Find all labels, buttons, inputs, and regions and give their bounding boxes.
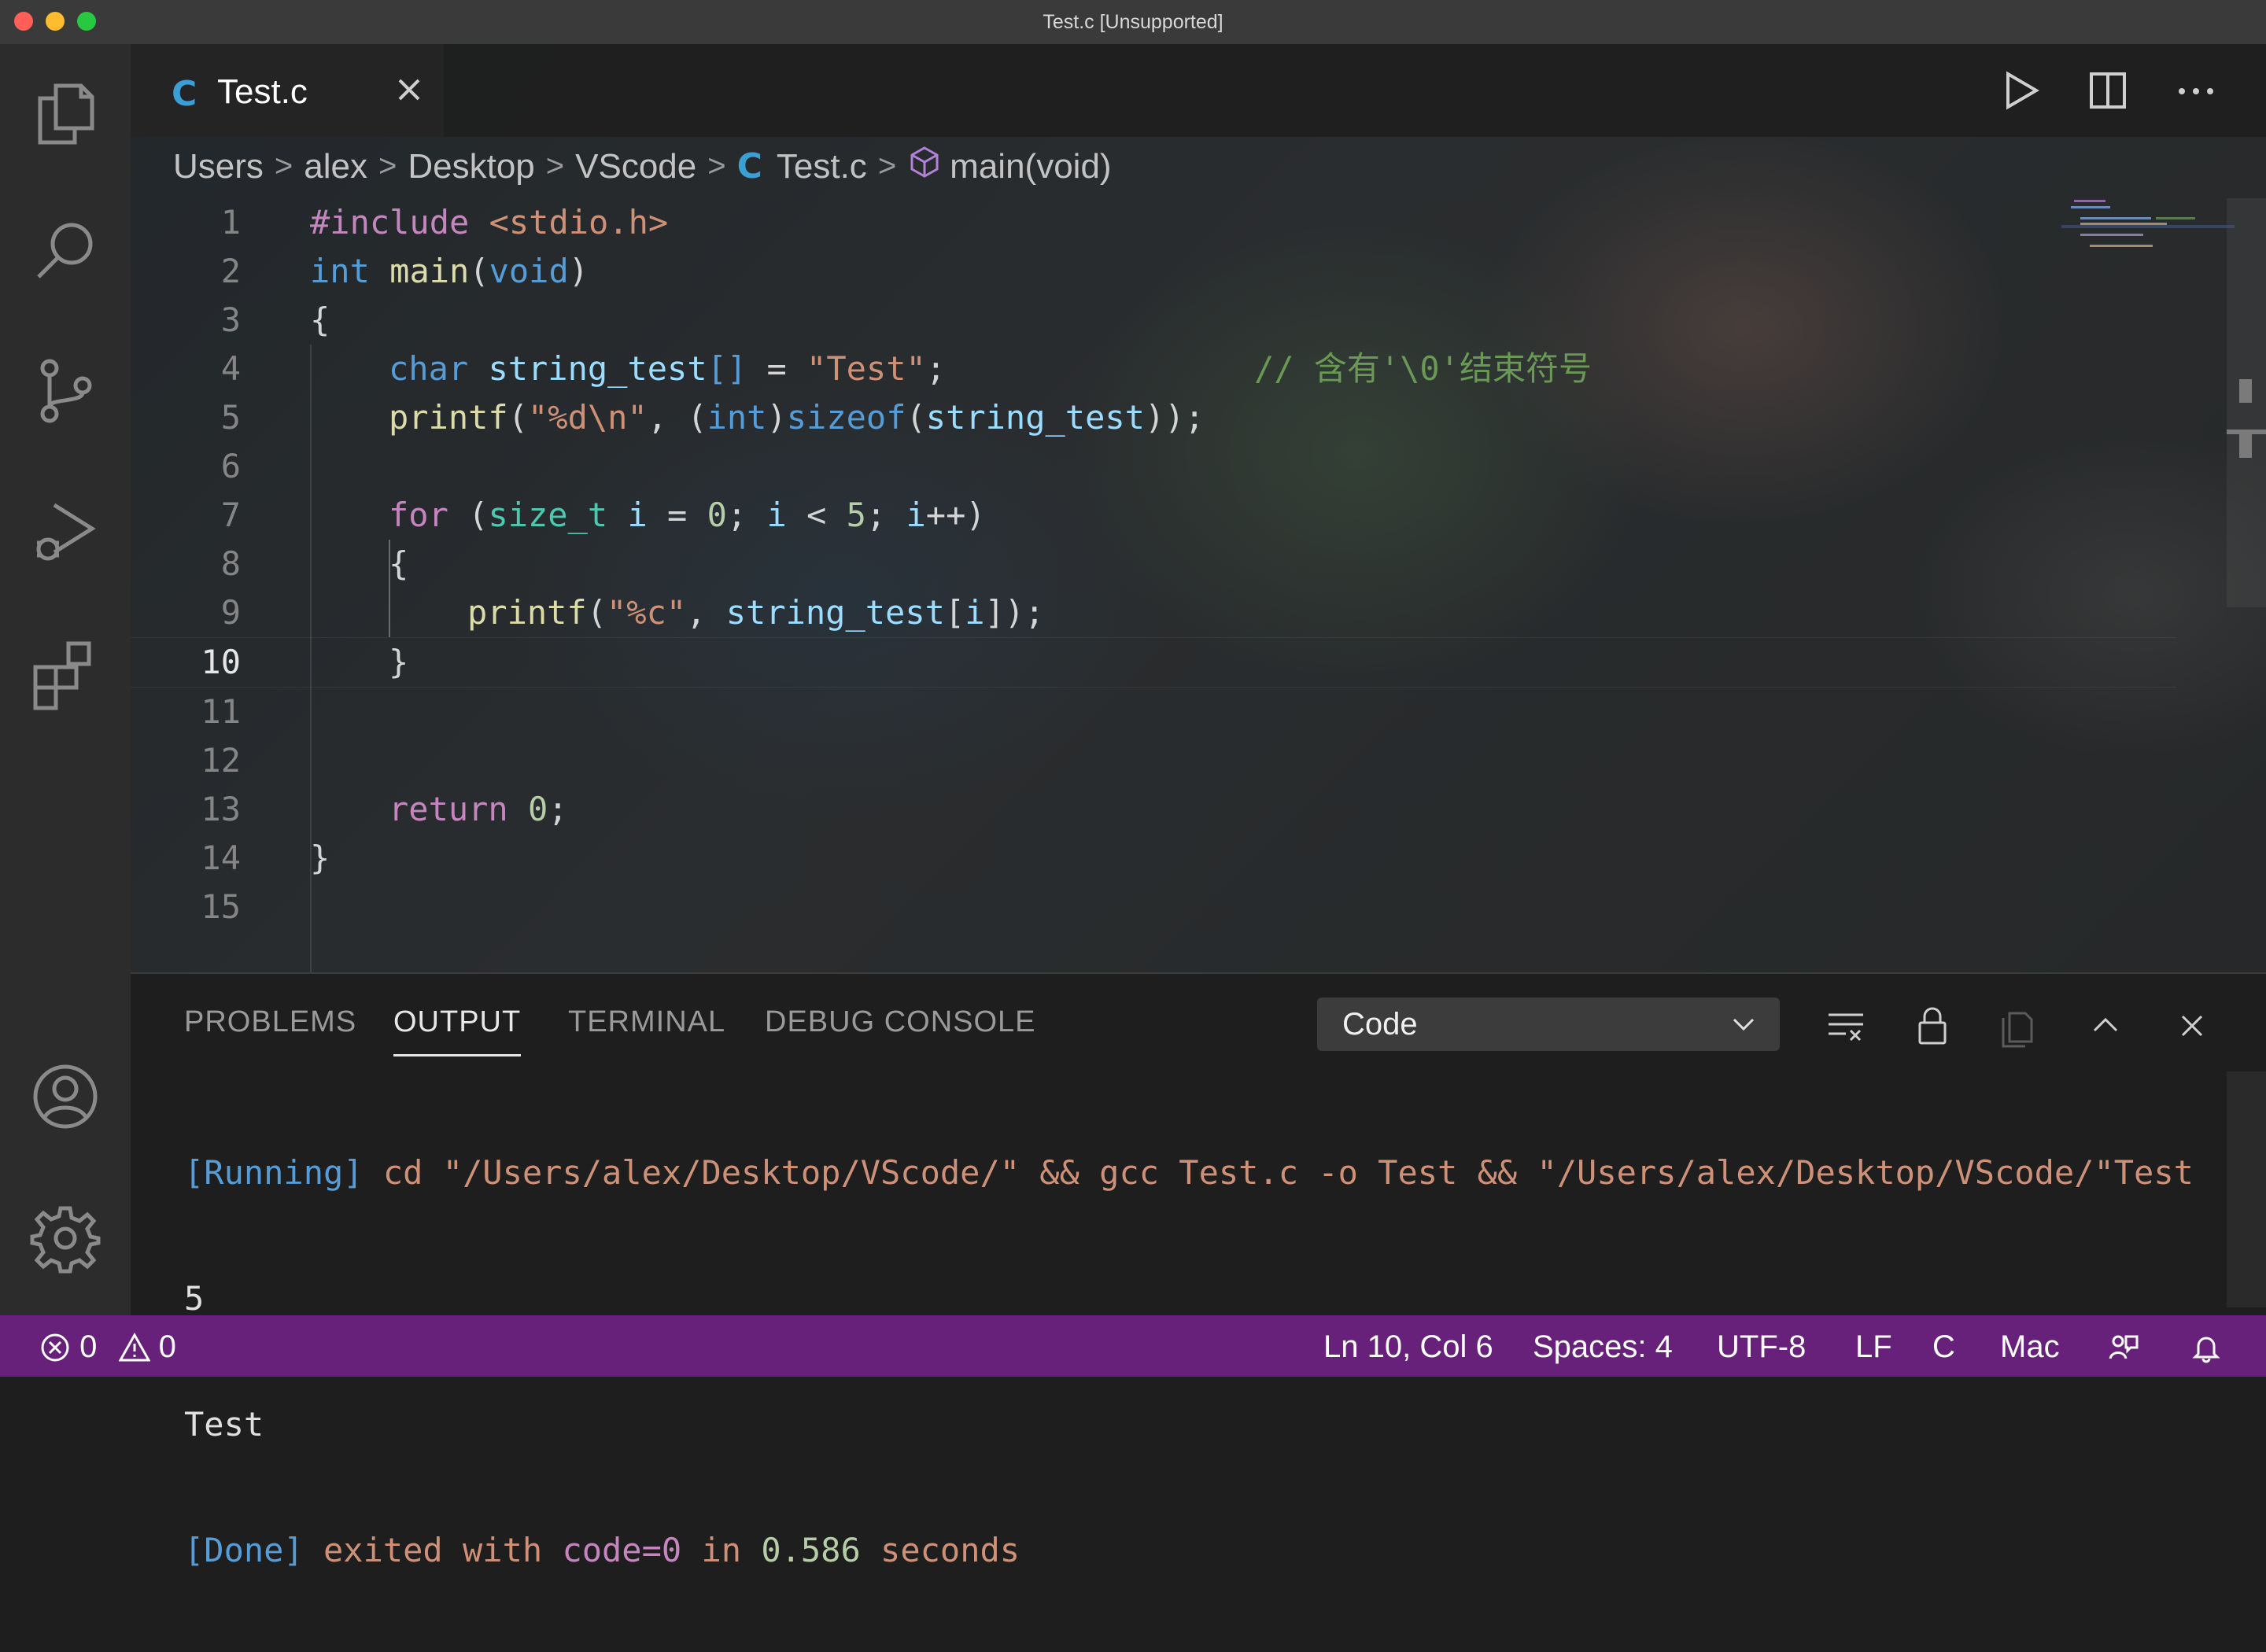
- line-number: 5: [220, 398, 241, 437]
- eol-setting[interactable]: LF: [1855, 1329, 1892, 1365]
- code-line: 6: [131, 442, 2176, 491]
- split-editor-icon[interactable]: [2080, 63, 2135, 118]
- chevron-down-icon: [1733, 1018, 1755, 1031]
- chevron-right-icon: >: [877, 149, 897, 183]
- breadcrumb-symbol[interactable]: main(void): [950, 147, 1111, 186]
- language-mode[interactable]: C: [1932, 1329, 1955, 1365]
- extensions-icon[interactable]: [26, 632, 105, 711]
- chevron-right-icon: >: [378, 149, 397, 183]
- line-number: 8: [220, 544, 241, 583]
- indentation-setting[interactable]: Spaces: 4: [1533, 1329, 1673, 1365]
- warning-count: 0: [158, 1329, 176, 1364]
- code-line: 1 #include <stdio.h>: [131, 198, 2176, 247]
- clear-output-icon[interactable]: [1822, 1002, 1869, 1049]
- line-number: 6: [220, 447, 241, 485]
- settings-gear-icon[interactable]: [26, 1199, 105, 1278]
- problems-status[interactable]: 0 0: [39, 1329, 176, 1365]
- source-control-icon[interactable]: [26, 351, 105, 430]
- line-number: 2: [220, 252, 241, 290]
- minimap[interactable]: [2061, 198, 2235, 261]
- error-count: 0: [79, 1329, 98, 1364]
- line-number: 14: [201, 839, 241, 877]
- line-number: 9: [220, 593, 241, 632]
- files-icon[interactable]: [26, 72, 105, 150]
- close-tab-icon[interactable]: [387, 68, 431, 112]
- line-number: 7: [220, 496, 241, 534]
- maximize-panel-icon[interactable]: [2082, 1002, 2129, 1049]
- activity-bar: [0, 44, 131, 1315]
- output-channel-value: Code: [1342, 1007, 1418, 1042]
- configuration-selector[interactable]: Mac: [2000, 1329, 2060, 1365]
- tab-label: Test.c: [217, 72, 308, 111]
- window-title: Test.c [Unsupported]: [1043, 11, 1223, 33]
- code-line: 2 int main(void): [131, 247, 2176, 296]
- breadcrumb-file[interactable]: Test.c: [777, 147, 867, 186]
- error-icon: [41, 1333, 69, 1362]
- code-line: 11: [131, 688, 2176, 736]
- output-channel-select[interactable]: Code: [1317, 997, 1780, 1051]
- c-file-icon: C: [736, 146, 762, 186]
- editor-tab-test-c[interactable]: C Test.c: [131, 44, 444, 137]
- cursor-position[interactable]: Ln 10, Col 6: [1323, 1329, 1493, 1365]
- code-line: 12: [131, 736, 2176, 785]
- feedback-icon[interactable]: [2107, 1329, 2139, 1365]
- line-number: 11: [201, 692, 241, 731]
- output-scrollbar[interactable]: [2227, 1071, 2266, 1307]
- editor-scrollbar[interactable]: [2227, 198, 2266, 607]
- open-log-file-icon[interactable]: [1995, 1002, 2043, 1049]
- notifications-bell-icon[interactable]: [2190, 1329, 2222, 1365]
- code-line: 15: [131, 883, 2176, 931]
- more-actions-icon[interactable]: [2168, 63, 2224, 118]
- code-line: 14}: [131, 834, 2176, 883]
- line-number: 12: [201, 741, 241, 780]
- chevron-right-icon: >: [545, 149, 565, 183]
- breadcrumb-users[interactable]: Users: [173, 147, 264, 186]
- code-line: 5 printf("%d\n", (int)sizeof(string_test)…: [131, 393, 2176, 442]
- cube-symbol-icon: [907, 145, 950, 188]
- line-number: 3: [220, 301, 241, 339]
- code-line: 7 for (size_t i = 0; i < 5; i++): [131, 491, 2176, 540]
- chevron-right-icon: >: [707, 149, 726, 183]
- line-number: 10: [201, 643, 241, 681]
- close-panel-icon[interactable]: [2168, 1002, 2216, 1049]
- code-line: 4 char string_test[] = "Test";// 含有'\0'结束…: [131, 345, 2176, 393]
- encoding-setting[interactable]: UTF-8: [1717, 1329, 1806, 1365]
- chevron-right-icon: >: [274, 149, 293, 183]
- run-code-icon[interactable]: [1992, 63, 2047, 118]
- code-comment: // 含有'\0'结束符号: [1254, 349, 1592, 388]
- bottom-panel: PROBLEMS OUTPUT TERMINAL DEBUG CONSOLE C…: [131, 972, 2266, 1569]
- title-bar: Test.c [Unsupported]: [0, 0, 2266, 45]
- run-debug-icon[interactable]: [26, 492, 105, 571]
- code-line: 3{: [131, 296, 2176, 345]
- code-line: 9 printf("%c", string_test[i]);: [131, 588, 2176, 637]
- search-icon[interactable]: [26, 211, 105, 289]
- account-icon[interactable]: [26, 1057, 105, 1136]
- tab-debug-console[interactable]: DEBUG CONSOLE: [765, 1005, 1036, 1039]
- breadcrumb-vscode[interactable]: VScode: [575, 147, 696, 186]
- code-line-active: 10}: [131, 637, 2176, 688]
- code-line: 8{: [131, 540, 2176, 588]
- breadcrumb: Users > alex > Desktop > VScode > C Test.c > main(v…: [173, 145, 1112, 192]
- tab-terminal[interactable]: TERMINAL: [568, 1005, 725, 1039]
- line-number: 13: [201, 790, 241, 828]
- code-line: 13 return 0;: [131, 785, 2176, 834]
- lock-scroll-icon[interactable]: [1909, 1002, 1956, 1049]
- tab-bar: C Test.c: [131, 44, 2266, 137]
- code-editor[interactable]: 1 #include <stdio.h> 2 int main(void) 3{ 4…: [131, 198, 2176, 1127]
- warning-icon: [117, 1332, 151, 1362]
- breadcrumb-desktop[interactable]: Desktop: [408, 147, 534, 186]
- breadcrumb-alex[interactable]: alex: [304, 147, 367, 186]
- status-bar: 0 0 Ln 10, Col 6 Spaces: 4 UTF-8 LF C Ma…: [0, 1315, 2266, 1377]
- line-number: 1: [220, 203, 241, 242]
- tab-output[interactable]: OUTPUT: [393, 1005, 522, 1056]
- tab-problems[interactable]: PROBLEMS: [184, 1005, 356, 1039]
- c-file-icon: C: [172, 74, 197, 114]
- line-number: 4: [220, 349, 241, 388]
- line-number: 15: [201, 887, 241, 926]
